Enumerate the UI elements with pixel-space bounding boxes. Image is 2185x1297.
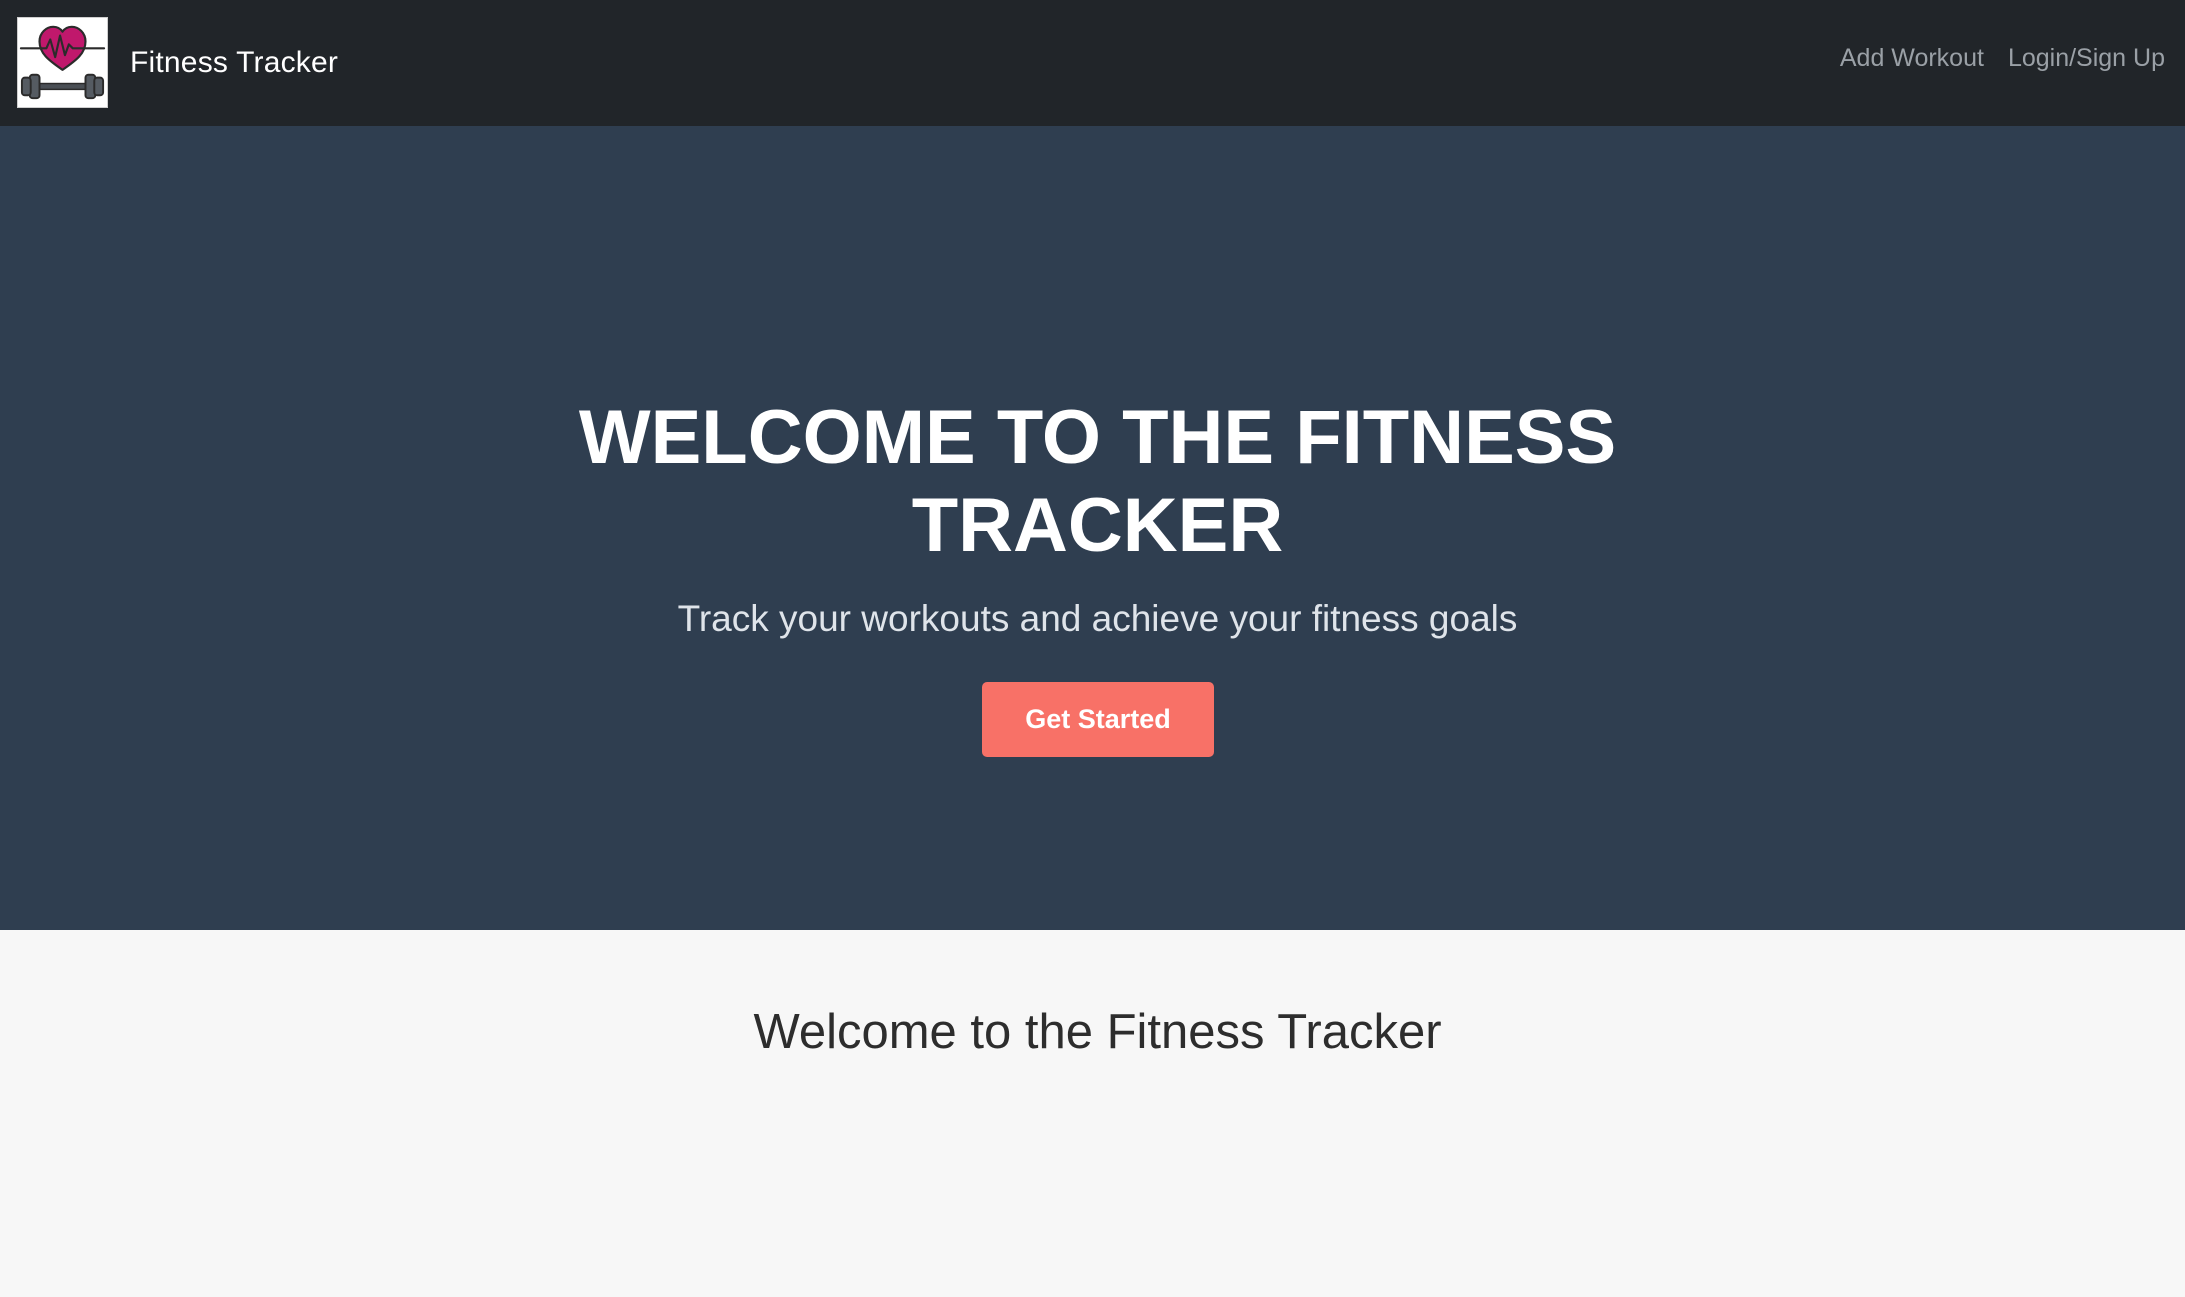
top-navbar: Fitness Tracker Add Workout Login/Sign U… [0, 0, 2185, 126]
content-title: Welcome to the Fitness Tracker [753, 1005, 1442, 1059]
hero-subtitle: Track your workouts and achieve your fit… [677, 598, 1518, 639]
nav-link-login-signup[interactable]: Login/Sign Up [2008, 44, 2165, 73]
nav-link-add-workout[interactable]: Add Workout [1840, 44, 1984, 73]
hero-section: WELCOME TO THE FITNESS TRACKER Track you… [0, 126, 2185, 930]
get-started-button[interactable]: Get Started [982, 682, 1214, 757]
brand-link[interactable]: Fitness Tracker [17, 17, 338, 108]
nav-links: Add Workout Login/Sign Up [1840, 44, 2165, 73]
hero-title-line-1: WELCOME TO THE FITNESS [578, 395, 1617, 480]
heart-dumbbell-logo-icon [17, 17, 108, 108]
hero-title: WELCOME TO THE FITNESS TRACKER [0, 394, 2185, 570]
brand-name: Fitness Tracker [130, 45, 339, 79]
hero-title-line-2: TRACKER [911, 483, 1284, 568]
